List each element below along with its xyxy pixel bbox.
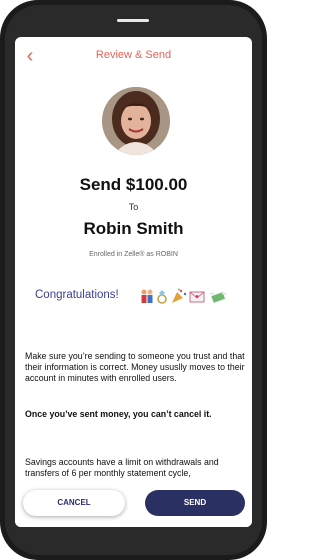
header: ‹ Review & Send <box>15 37 252 75</box>
page-title: Review & Send <box>95 49 172 61</box>
enrolled-info: Enrolled in Zelle® as ROBIN <box>89 251 178 258</box>
people-icon <box>141 289 153 303</box>
envelope-heart-icon <box>189 291 205 303</box>
avatar <box>102 87 170 155</box>
party-popper-icon <box>172 288 187 303</box>
ring-icon <box>157 290 167 304</box>
memo-text: Congratulations! <box>35 289 119 301</box>
money-wings-icon <box>209 292 227 303</box>
send-amount: Send $100.00 <box>79 175 188 194</box>
action-bar: CANCEL SEND <box>15 486 252 527</box>
send-button[interactable]: SEND <box>145 490 245 516</box>
info-paragraph: Make sure you’re sending to someone you … <box>25 351 245 383</box>
phone-speaker <box>117 19 149 22</box>
memo-emojis <box>139 288 239 304</box>
phone-frame: ‹ Review & Send Send $100.00 To Robin Sm… <box>0 0 267 560</box>
to-label: To <box>128 202 139 212</box>
cancel-button[interactable]: CANCEL <box>23 490 125 516</box>
recipient-name: Robin Smith <box>83 219 184 238</box>
cancel-warning: Once you’ve sent money, you can’t cancel… <box>25 409 212 419</box>
avatar-photo <box>102 87 170 155</box>
savings-note: Savings accounts have a limit on withdra… <box>25 457 219 478</box>
review-send-screen: ‹ Review & Send Send $100.00 To Robin Sm… <box>15 37 252 527</box>
